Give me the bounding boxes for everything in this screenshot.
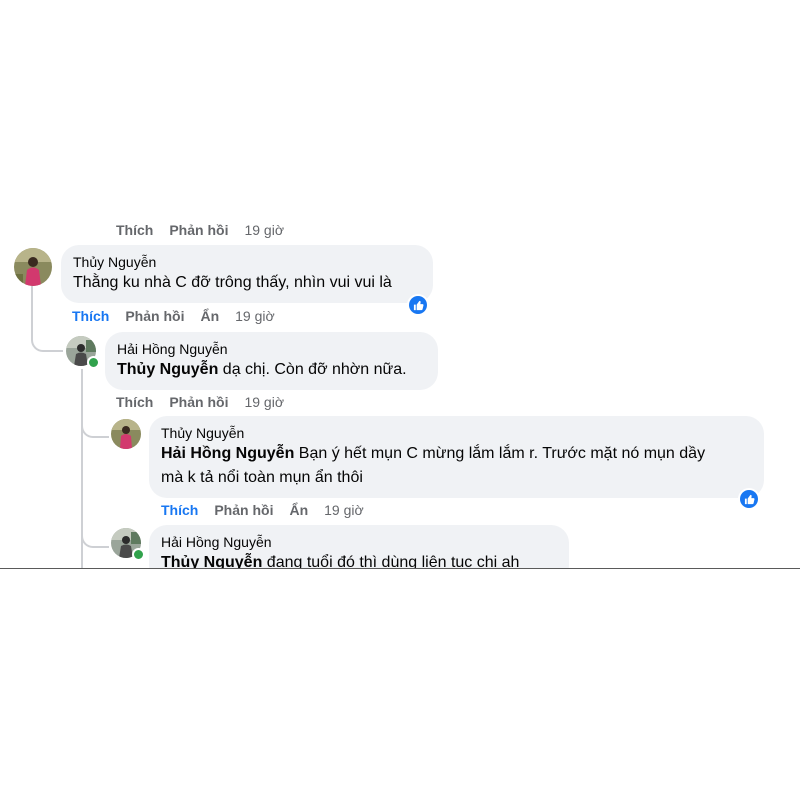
reply-button[interactable]: Phản hồi	[214, 502, 273, 518]
comment-author[interactable]: Thủy Nguyễn	[161, 424, 752, 442]
timestamp[interactable]: 19 giờ	[244, 222, 284, 238]
hide-button[interactable]: Ẩn	[289, 502, 308, 518]
like-reaction-icon[interactable]	[738, 488, 760, 510]
reply-button[interactable]: Phản hồi	[125, 308, 184, 324]
screenshot-edge-divider	[0, 568, 800, 569]
comment-text-body: Bạn ý hết mụn C mừng lắm lắm r. Trước mặ…	[294, 445, 706, 462]
comment-actions: Thích Phản hồi 19 giờ	[116, 394, 284, 410]
avatar[interactable]	[111, 419, 141, 449]
timestamp[interactable]: 19 giờ	[324, 502, 364, 518]
comment-text: Thằng ku nhà C đỡ trông thấy, nhìn vui v…	[73, 274, 392, 291]
mention-link[interactable]: Hải Hồng Nguyễn	[161, 445, 294, 462]
comment-actions: Thích Phản hồi Ẩn 19 giờ	[161, 502, 364, 518]
like-button[interactable]: Thích	[116, 394, 153, 410]
comment-author[interactable]: Hải Hồng Nguyễn	[161, 533, 557, 551]
comment-text: Hải Hồng Nguyễn Bạn ý hết mụn C mừng lắm…	[161, 442, 752, 466]
comment-bubble: Hải Hồng Nguyễn Thủy Nguyễn dạ chị. Còn …	[105, 332, 438, 390]
like-button[interactable]: Thích	[161, 502, 198, 518]
previous-comment-actions: Thích Phản hồi 19 giờ	[116, 222, 284, 238]
thread-connector	[31, 286, 63, 352]
like-reaction-icon[interactable]	[407, 294, 429, 316]
comment-actions: Thích Phản hồi Ẩn 19 giờ	[72, 308, 275, 324]
mention-link[interactable]: Thủy Nguyễn	[117, 361, 218, 378]
like-button[interactable]: Thích	[116, 222, 153, 238]
comment-bubble: Thủy Nguyễn Thằng ku nhà C đỡ trông thấy…	[61, 245, 433, 303]
comment-text: mà k tả nổi toàn mụn ẩn thôi	[161, 469, 363, 486]
comment-text: Thủy Nguyễn dạ chị. Còn đỡ nhờn nữa.	[117, 358, 426, 382]
thread-connector	[81, 512, 109, 548]
comment-text-body: dạ chị. Còn đỡ nhờn nữa.	[218, 361, 407, 378]
timestamp[interactable]: 19 giờ	[235, 308, 275, 324]
reply-button[interactable]: Phản hồi	[169, 394, 228, 410]
mention-link[interactable]: Thủy Nguyễn	[161, 554, 262, 569]
reply-button[interactable]: Phản hồi	[169, 222, 228, 238]
comment-author[interactable]: Hải Hồng Nguyễn	[117, 340, 426, 358]
comment-author[interactable]: Thủy Nguyễn	[73, 253, 421, 271]
online-indicator	[132, 548, 145, 561]
avatar[interactable]	[14, 248, 52, 286]
hide-button[interactable]: Ẩn	[200, 308, 219, 324]
timestamp[interactable]: 19 giờ	[244, 394, 284, 410]
comment-text-body: đang tuổi đó thì dùng liên tục chị ah	[262, 554, 520, 569]
comment-bubble: Thủy Nguyễn Hải Hồng Nguyễn Bạn ý hết mụ…	[149, 416, 764, 498]
online-indicator	[87, 356, 100, 369]
comment-thread: Thích Phản hồi 19 giờ Thủy Nguyễn Thằng …	[0, 212, 800, 569]
comment-bubble: Hải Hồng Nguyễn Thủy Nguyễn đang tuổi đó…	[149, 525, 569, 569]
thread-connector	[81, 402, 109, 438]
comment-text: Thủy Nguyễn đang tuổi đó thì dùng liên t…	[161, 551, 557, 569]
like-button[interactable]: Thích	[72, 308, 109, 324]
